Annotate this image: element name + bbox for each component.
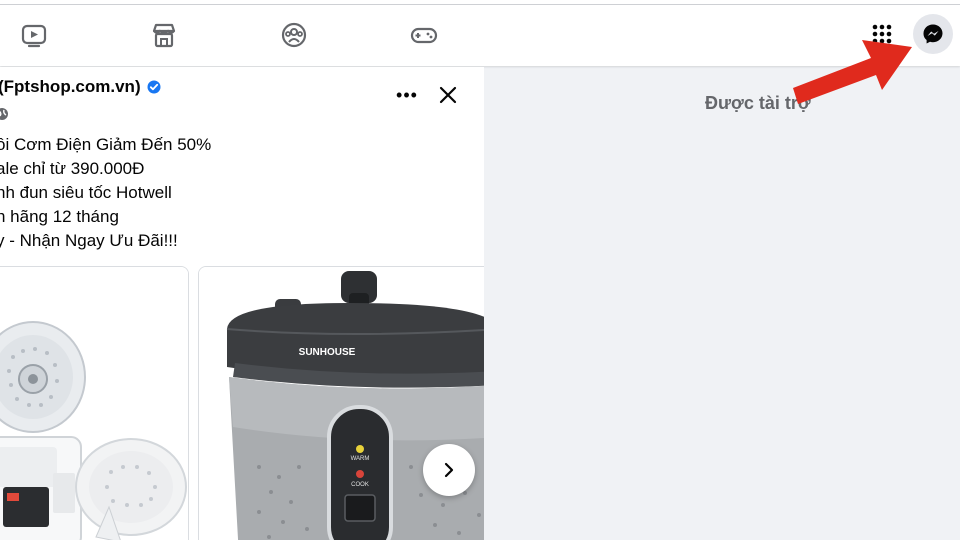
rice-cooker-image [0,267,188,540]
post-text: ồi Cơm Điện Giảm Đến 50% ale chỉ từ 390.… [0,133,211,253]
sponsored-heading: Được tài trợ [705,93,811,113]
carousel-card-2[interactable]: WARM COOK SUNHOUSE [198,266,484,540]
carousel-next-button[interactable] [423,444,475,496]
post-line: h hãng 12 tháng [0,207,119,226]
cook-label: COOK [351,482,369,488]
sponsored-post: (Fptshop.com.vn) ••• ồi Cơm Điện Giảm Đế… [0,67,484,540]
carousel-card-1[interactable] [0,266,189,540]
post-line: y - Nhận Ngay Ưu Đãi!!! [0,231,178,250]
marketplace-icon[interactable] [149,20,179,50]
post-author-name[interactable]: (Fptshop.com.vn) [0,77,141,97]
warm-label: WARM [351,456,370,462]
watch-icon[interactable] [19,20,49,50]
top-divider [0,4,960,5]
post-line: nh đun siêu tốc Hotwell [0,183,172,202]
messenger-icon[interactable] [913,14,953,54]
top-navigation-bar [0,0,960,66]
post-line: ồi Cơm Điện Giảm Đến 50% [0,135,212,154]
close-post-button[interactable] [432,79,464,111]
post-author[interactable]: (Fptshop.com.vn) [0,77,161,97]
close-icon [439,86,457,104]
gaming-icon[interactable] [409,20,439,50]
post-line: ale chỉ từ 390.000Đ [0,159,145,178]
verified-badge-icon [147,80,161,94]
sunhouse-rice-cooker-image: WARM COOK SUNHOUSE [199,267,484,540]
chevron-right-icon [444,462,454,478]
brand-logo: SUNHOUSE [299,347,356,358]
more-options-button[interactable]: ••• [392,85,422,105]
groups-icon[interactable] [279,20,309,50]
globe-icon [0,107,9,126]
grid-menu-icon[interactable] [862,14,902,54]
